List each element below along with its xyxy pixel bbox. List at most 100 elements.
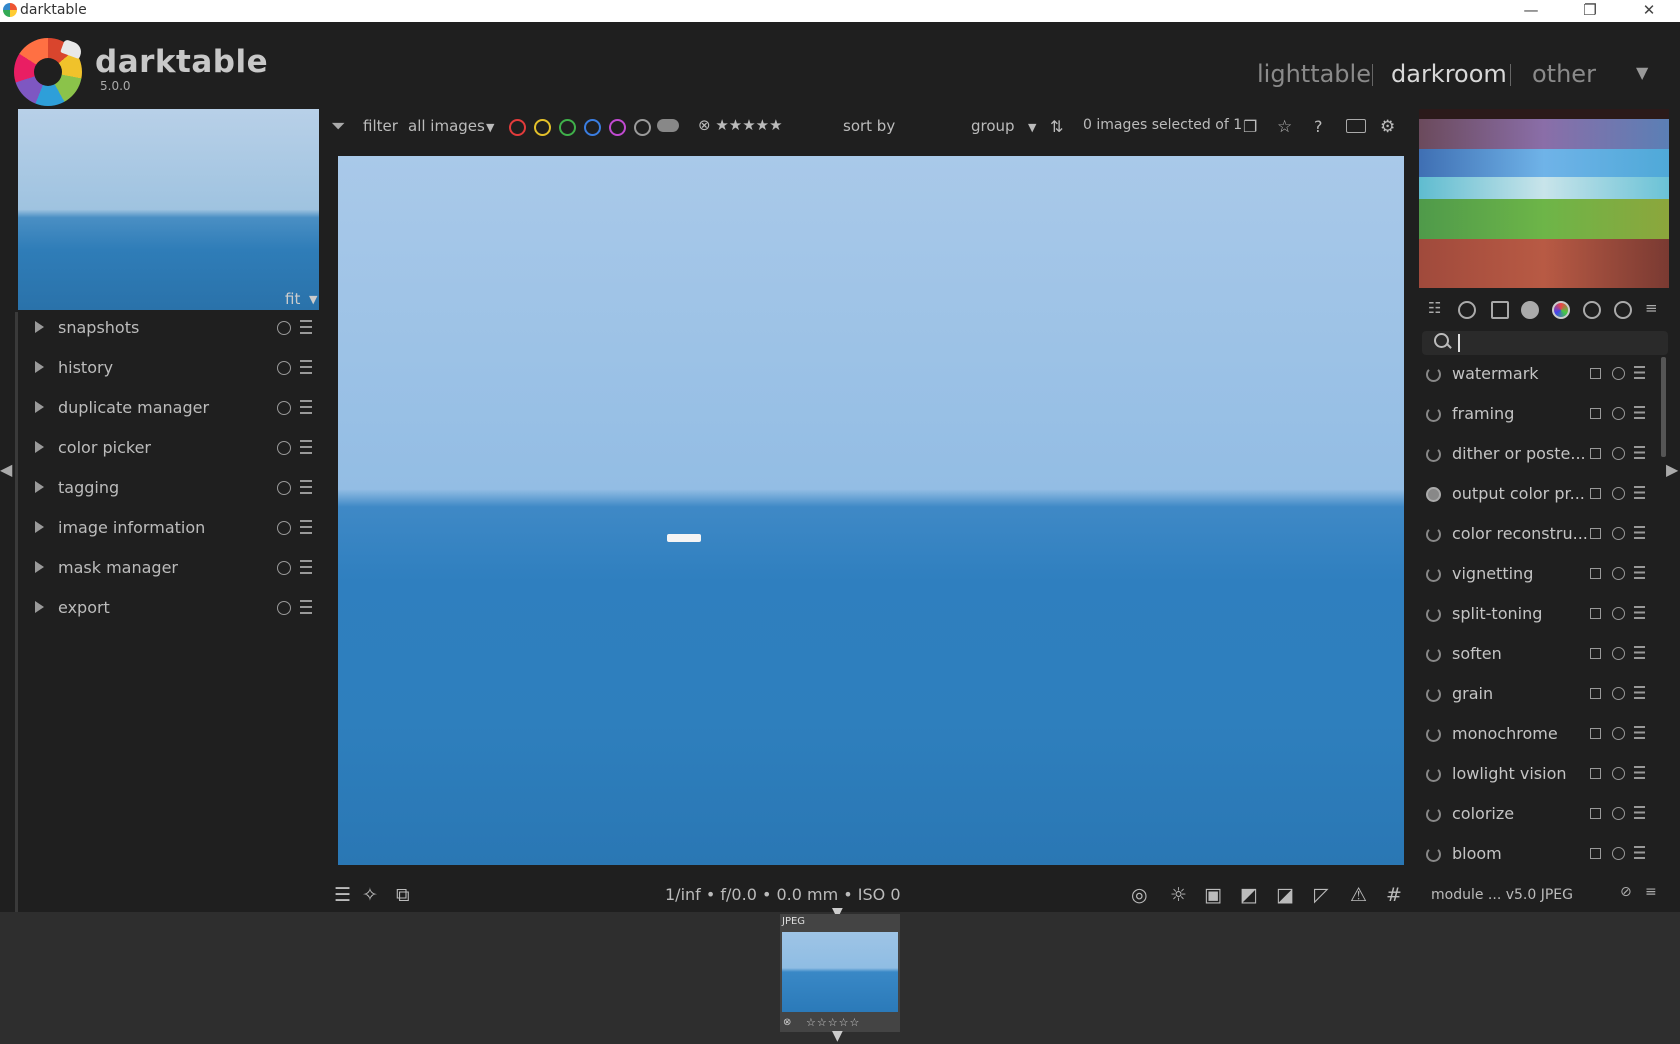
power-icon[interactable]: [1426, 407, 1441, 422]
collapse-left-panel-icon[interactable]: ◀: [0, 460, 12, 479]
presets-menu-icon[interactable]: [300, 440, 312, 454]
presets-menu-icon[interactable]: [1634, 806, 1645, 819]
histogram[interactable]: [1419, 109, 1669, 288]
module-tagging[interactable]: tagging: [30, 470, 318, 506]
green-label-filter-icon[interactable]: [559, 119, 576, 136]
module-vignetting[interactable]: vignetting: [1422, 555, 1650, 593]
module-grain[interactable]: grain: [1422, 675, 1650, 713]
module-bloom[interactable]: bloom: [1422, 835, 1650, 873]
presets-menu-icon[interactable]: [1634, 846, 1645, 859]
power-icon[interactable]: [1426, 567, 1441, 582]
filter-icon[interactable]: ⏷: [331, 116, 345, 137]
power-icon[interactable]: [1426, 807, 1441, 822]
clipping-indicator-icon[interactable]: ◩: [1240, 884, 1258, 906]
module-dither[interactable]: dither or poste...: [1422, 435, 1650, 473]
multi-instance-icon[interactable]: [1590, 568, 1601, 579]
module-duplicate-manager[interactable]: duplicate manager: [30, 390, 318, 426]
reset-icon[interactable]: [1612, 807, 1625, 820]
sort-dropdown[interactable]: group: [971, 117, 1015, 135]
collapse-right-panel-icon[interactable]: ▶: [1666, 460, 1678, 479]
module-history[interactable]: history: [30, 350, 318, 386]
presets-menu-icon[interactable]: [1634, 566, 1645, 579]
correct-group-icon[interactable]: [1583, 301, 1601, 319]
module-monochrome[interactable]: monochrome: [1422, 715, 1650, 753]
multi-instance-icon[interactable]: [1590, 808, 1601, 819]
navigation-thumbnail[interactable]: [18, 109, 319, 310]
reset-icon[interactable]: [1612, 847, 1625, 860]
raw-overexposed-icon[interactable]: ▣: [1204, 884, 1222, 906]
multi-instance-icon[interactable]: [1590, 648, 1601, 659]
presets-menu-icon[interactable]: [300, 360, 312, 374]
guides-grid-icon[interactable]: #: [1386, 884, 1402, 906]
presets-menu-icon[interactable]: [1634, 366, 1645, 379]
module-split-toning[interactable]: split-toning: [1422, 595, 1650, 633]
grouping-icon[interactable]: ❐: [1243, 117, 1257, 136]
shortcuts-icon[interactable]: [1346, 119, 1366, 133]
power-icon[interactable]: [1426, 367, 1441, 382]
main-image-canvas[interactable]: [338, 156, 1404, 865]
filter-dropdown[interactable]: all images: [408, 117, 485, 135]
right-panel-scrollbar[interactable]: [1661, 357, 1666, 457]
presets-menu-icon[interactable]: [300, 520, 312, 534]
presets-menu-icon[interactable]: [1634, 446, 1645, 459]
multi-instance-icon[interactable]: [1590, 528, 1601, 539]
module-watermark[interactable]: watermark: [1422, 355, 1650, 393]
power-icon[interactable]: [1426, 527, 1441, 542]
reset-icon[interactable]: [277, 441, 291, 455]
view-darkroom[interactable]: darkroom: [1391, 60, 1507, 88]
presets-menu-icon[interactable]: [300, 480, 312, 494]
module-lowlight-vision[interactable]: lowlight vision: [1422, 755, 1650, 793]
multi-instance-icon[interactable]: [1590, 768, 1601, 779]
quick-access-presets-icon[interactable]: ☰: [334, 884, 351, 906]
reset-icon[interactable]: [277, 321, 291, 335]
power-icon[interactable]: [1426, 847, 1441, 862]
multi-instance-icon[interactable]: [1590, 448, 1601, 459]
base-group-icon[interactable]: [1491, 301, 1509, 319]
module-color-reconstruction[interactable]: color reconstru...: [1422, 515, 1650, 553]
module-color-picker[interactable]: color picker: [30, 430, 318, 466]
help-icon[interactable]: ?: [1314, 117, 1323, 136]
reset-icon[interactable]: [1612, 687, 1625, 700]
power-icon[interactable]: [1426, 487, 1441, 502]
reset-icon[interactable]: [1612, 647, 1625, 660]
power-icon[interactable]: [1426, 727, 1441, 742]
module-export[interactable]: export: [30, 590, 318, 626]
close-button[interactable]: ✕: [1634, 0, 1664, 22]
power-icon[interactable]: [1426, 647, 1441, 662]
reset-icon[interactable]: [277, 521, 291, 535]
warning-icon[interactable]: ⚠: [1350, 884, 1367, 906]
power-icon[interactable]: [1426, 447, 1441, 462]
multi-instance-icon[interactable]: [1590, 688, 1601, 699]
color-group-icon[interactable]: [1552, 301, 1570, 319]
view-lighttable[interactable]: lighttable: [1257, 60, 1371, 88]
reset-icon[interactable]: [1612, 407, 1625, 420]
presets-groups-icon[interactable]: ≡: [1645, 299, 1658, 317]
multi-instance-icon[interactable]: [1590, 608, 1601, 619]
collapse-bottom-panel-icon[interactable]: ▼: [832, 1028, 843, 1044]
multi-instance-icon[interactable]: [1590, 848, 1601, 859]
power-icon[interactable]: [1426, 687, 1441, 702]
blue-label-filter-icon[interactable]: [584, 119, 601, 136]
multi-instance-icon[interactable]: [1590, 408, 1601, 419]
presets-menu-icon[interactable]: [300, 320, 312, 334]
softproof-icon[interactable]: ◪: [1276, 884, 1294, 906]
label-toggle-icon[interactable]: [657, 119, 679, 132]
purple-label-filter-icon[interactable]: [609, 119, 626, 136]
sort-dropdown-icon[interactable]: ▼: [1028, 121, 1036, 134]
reset-icon[interactable]: [277, 601, 291, 615]
multi-instance-icon[interactable]: [1590, 488, 1601, 499]
restore-button[interactable]: ❐: [1575, 0, 1605, 22]
presets-all-icon[interactable]: ≡: [1645, 884, 1657, 900]
other-dropdown-icon[interactable]: ▼: [1636, 63, 1648, 82]
quick-styles-icon[interactable]: ✧: [362, 884, 378, 906]
effect-group-icon[interactable]: [1614, 301, 1632, 319]
filmstrip-image[interactable]: [782, 932, 898, 1012]
reset-icon[interactable]: [277, 481, 291, 495]
presets-menu-icon[interactable]: [1634, 606, 1645, 619]
overlay-stars-icon[interactable]: ☆: [1277, 117, 1292, 137]
presets-menu-icon[interactable]: [1634, 646, 1645, 659]
reset-icon[interactable]: [1612, 367, 1625, 380]
left-panel-scrollbar[interactable]: [15, 312, 18, 912]
presets-menu-icon[interactable]: [1634, 526, 1645, 539]
grey-label-filter-icon[interactable]: [634, 119, 651, 136]
